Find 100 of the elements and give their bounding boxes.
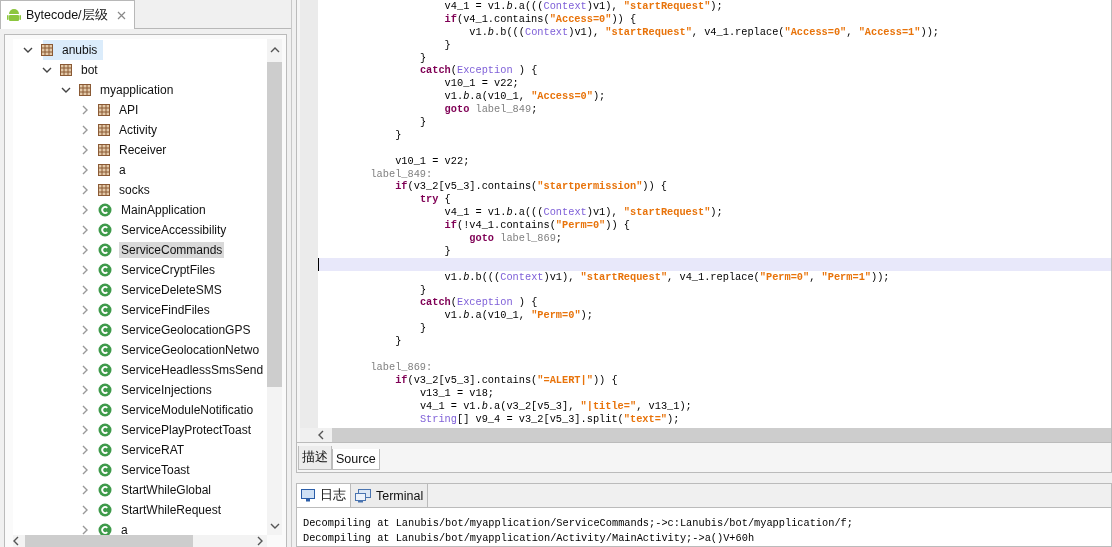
class-icon xyxy=(98,423,112,437)
tree-item[interactable]: API xyxy=(117,102,141,118)
code-line: v1.b.b(((Context)v1), "startRequest", v4_1.replace("Perm=0", "Perm=1")); xyxy=(444,270,890,283)
tree-item[interactable]: StartWhileRequest xyxy=(119,502,224,518)
code-line: } xyxy=(419,283,427,296)
code-line: } xyxy=(419,116,427,128)
tree-item[interactable]: ServiceModuleNotificatio xyxy=(119,402,256,418)
package-icon xyxy=(98,144,110,156)
code-line: label_869: xyxy=(370,360,433,373)
tree-item[interactable]: ServiceFindFiles xyxy=(119,302,212,318)
code-line: if(v3_2[v5_3].contains("startpermission")) { xyxy=(395,180,668,193)
code-line: goto label_869; xyxy=(469,232,563,245)
tree-item[interactable]: ServiceCommands xyxy=(119,242,225,258)
arrow-up-icon[interactable] xyxy=(269,47,280,53)
code-line: v4_1 = v1.b.a(v3_2[v5_3], "|title=", v13_1); xyxy=(419,399,692,412)
code-line: if(!v4_1.contains("Perm=0")) { xyxy=(444,219,630,232)
tree-item[interactable]: StartWhileGlobal xyxy=(119,482,214,498)
code-line: try { xyxy=(419,193,451,206)
monitor-icon xyxy=(301,489,315,502)
class-icon xyxy=(98,323,112,337)
code-line: catch(Exception ) { xyxy=(419,296,538,309)
close-icon[interactable] xyxy=(116,10,126,20)
arrow-left-icon[interactable] xyxy=(13,536,19,546)
class-icon xyxy=(98,283,112,297)
tree-item[interactable]: Activity xyxy=(117,122,159,138)
class-icon xyxy=(98,343,112,357)
tree-item[interactable]: ServiceHeadlessSmsSend xyxy=(119,362,266,378)
tree-item[interactable]: anubis xyxy=(60,42,100,58)
code-line: label_849: xyxy=(370,167,433,180)
scrollbar[interactable] xyxy=(13,535,267,547)
tree-item[interactable]: myapplication xyxy=(98,82,176,98)
tree-item[interactable]: ServiceGeolocationGPS xyxy=(119,322,253,338)
code-line: v1.b.a(v10_1, "Access=0"); xyxy=(444,90,606,103)
class-icon xyxy=(98,403,112,417)
package-icon xyxy=(98,104,110,116)
tree-item[interactable]: ServiceDeleteSMS xyxy=(119,282,224,298)
tree-item[interactable]: a xyxy=(117,162,128,178)
tree-item[interactable]: socks xyxy=(117,182,152,198)
class-icon xyxy=(98,363,112,377)
tree-item[interactable]: bot xyxy=(79,62,100,78)
code-line: if(v4_1.contains("Access=0")) { xyxy=(444,12,637,25)
class-icon xyxy=(98,243,112,257)
code-line: } xyxy=(419,51,427,64)
tree-item[interactable]: MainApplication xyxy=(119,202,208,218)
code-line: v13_1 = v18; xyxy=(419,386,495,399)
tree-item[interactable]: ServiceInjections xyxy=(119,382,214,398)
class-icon xyxy=(98,483,112,497)
tree-item[interactable]: ServiceGeolocationNetwo xyxy=(119,342,262,358)
chevron-icon[interactable] xyxy=(61,85,71,95)
code-line: v4_1 = v1.b.a(((Context)v1), "startRequest"); xyxy=(444,0,723,12)
package-icon xyxy=(60,64,72,76)
text-cursor xyxy=(318,257,319,271)
code-line: } xyxy=(444,244,451,257)
editor-tab[interactable]: Source xyxy=(332,449,380,470)
code-line: String[] v9_4 = v3_2[v5_3].split("text="); xyxy=(419,412,680,425)
terminal-icon xyxy=(355,488,371,503)
tree-item[interactable]: ServiceToast xyxy=(119,462,192,478)
package-icon xyxy=(98,184,110,196)
class-icon xyxy=(98,503,112,517)
code-line: v4_1 = v1.b.a(((Context)v1), "startRequest"); xyxy=(444,206,723,219)
class-icon xyxy=(98,443,112,457)
scrollbar[interactable] xyxy=(300,428,1111,442)
package-icon xyxy=(98,164,110,176)
tree-item[interactable]: ServicePlayProtectToast xyxy=(119,422,254,438)
class-icon xyxy=(98,203,112,217)
code-line: } xyxy=(395,335,402,348)
code-line: v10_1 = v22; xyxy=(395,154,470,167)
class-icon xyxy=(98,263,112,277)
chevron-icon[interactable] xyxy=(23,45,33,55)
package-icon xyxy=(41,44,53,56)
class-icon xyxy=(98,223,112,237)
scrollbar[interactable] xyxy=(267,39,282,535)
tree-item[interactable]: a xyxy=(119,522,130,535)
code-line: v10_1 = v22; xyxy=(444,77,519,90)
arrow-down-icon[interactable] xyxy=(269,523,280,529)
tree-item[interactable]: ServiceRAT xyxy=(119,442,187,458)
android-icon xyxy=(7,7,21,23)
panel-tab[interactable]: Bytecode/层级 xyxy=(0,0,135,29)
chevron-icon[interactable] xyxy=(42,65,52,75)
class-icon xyxy=(98,463,112,477)
package-icon xyxy=(98,124,110,136)
class-icon xyxy=(98,303,112,317)
tab-label: Bytecode/层级 xyxy=(26,6,108,24)
editor-tab[interactable]: 描述 xyxy=(298,446,332,470)
arrow-left-icon[interactable] xyxy=(318,430,324,440)
log-line: Decompiling at Lanubis/bot/myapplication/Activity/MainActivity;->a()V+60h xyxy=(303,531,756,546)
code-line: v1.b.b(((Context)v1), "startRequest", v4_1.replace("Access=0", "Access=1")); xyxy=(469,25,939,38)
tree-item[interactable]: ServiceCryptFiles xyxy=(119,262,218,278)
log-line: Decompiling at Lanubis/bot/myapplication/ServiceCommands;->c:Lanubis/bot/myapplication/f; xyxy=(303,516,854,531)
code-line: v1.b.a(v10_1, "Perm=0"); xyxy=(444,309,593,322)
code-line: goto label_849; xyxy=(444,103,538,116)
code-line: } xyxy=(395,128,402,141)
class-icon xyxy=(98,383,112,397)
arrow-right-icon[interactable] xyxy=(257,536,263,546)
tree-item[interactable]: Receiver xyxy=(117,142,169,158)
tree-item[interactable]: ServiceAccessibility xyxy=(119,222,229,238)
code-line: catch(Exception ) { xyxy=(419,64,538,77)
code-line: } xyxy=(444,38,451,51)
code-line: } xyxy=(419,322,427,335)
package-icon xyxy=(79,84,91,96)
